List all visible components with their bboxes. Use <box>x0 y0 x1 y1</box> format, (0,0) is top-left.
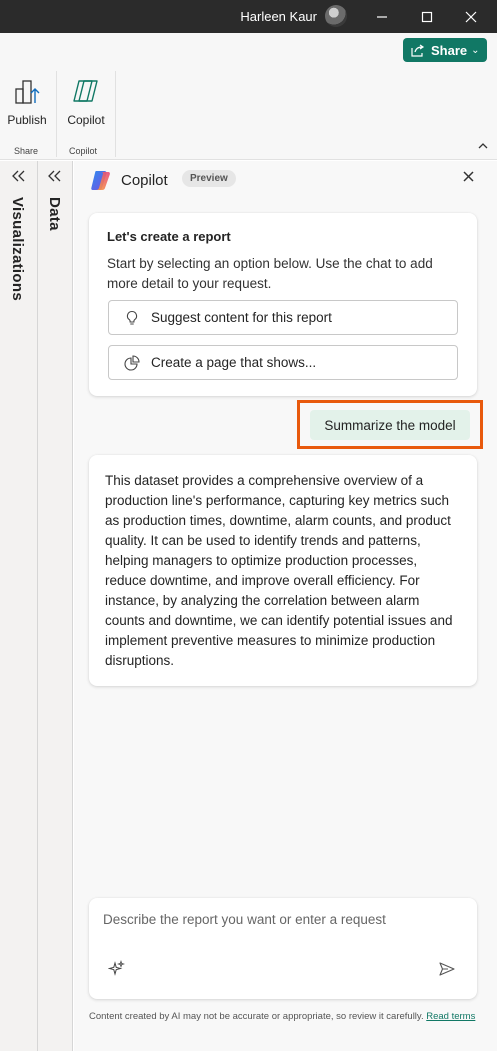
share-button[interactable]: Share ⌄ <box>403 38 487 62</box>
ribbon: Share ⌄ Publish Share Copilot Copilot <box>0 33 497 160</box>
maximize-button[interactable] <box>406 0 448 33</box>
highlight-box: Summarize the model <box>297 400 483 449</box>
publish-icon <box>15 80 40 104</box>
sparkle-icon <box>107 960 125 976</box>
create-page-button[interactable]: Create a page that shows... <box>108 345 458 380</box>
create-page-label: Create a page that shows... <box>151 355 317 370</box>
copilot-ribbon-button[interactable]: Copilot <box>61 73 111 127</box>
ribbon-divider <box>56 71 57 157</box>
data-pane[interactable]: Data <box>38 161 73 1051</box>
welcome-body: Start by selecting an option below. Use … <box>107 256 433 291</box>
copilot-logo-icon <box>91 171 110 190</box>
suggest-content-label: Suggest content for this report <box>151 310 332 325</box>
chevron-down-icon: ⌄ <box>471 44 480 56</box>
minimize-icon <box>377 15 387 18</box>
disclaimer-text: Content created by AI may not be accurat… <box>89 1011 424 1022</box>
close-icon <box>465 11 477 22</box>
avatar[interactable] <box>325 5 347 27</box>
copilot-pane: Copilot Preview Let's create a report St… <box>74 161 497 1051</box>
share-label: Share <box>431 42 468 58</box>
welcome-card: Let's create a report Start by selecting… <box>89 213 477 396</box>
suggest-content-button[interactable]: Suggest content for this report <box>108 300 458 335</box>
close-window-button[interactable] <box>450 0 492 33</box>
send-button[interactable] <box>438 960 456 978</box>
copilot-icon <box>73 80 98 102</box>
ai-disclaimer: Content created by AI may not be accurat… <box>89 1010 484 1023</box>
publish-label: Publish <box>7 113 47 127</box>
chevron-up-icon <box>478 143 488 149</box>
close-icon <box>463 171 474 182</box>
chat-input-box <box>89 898 477 999</box>
chat-input[interactable] <box>103 912 463 942</box>
copilot-title: Copilot <box>121 172 168 189</box>
copilot-ribbon-label: Copilot <box>67 113 105 127</box>
read-terms-link[interactable]: Read terms <box>426 1011 475 1022</box>
publish-button[interactable]: Publish <box>2 73 52 127</box>
visualizations-label: Visualizations <box>9 197 26 301</box>
minimize-button[interactable] <box>361 0 403 33</box>
ribbon-group-copilot: Copilot <box>69 146 98 156</box>
share-icon <box>411 44 425 57</box>
user-prompt-bubble: Summarize the model <box>310 410 470 440</box>
ribbon-group-share: Share <box>14 146 39 156</box>
copilot-response: This dataset provides a comprehensive ov… <box>89 455 477 686</box>
pie-chart-icon <box>123 354 141 372</box>
expand-data-button[interactable] <box>38 169 72 187</box>
double-chevron-left-icon <box>11 170 24 182</box>
maximize-icon <box>421 11 433 22</box>
sparkle-prompt-button[interactable] <box>107 960 126 978</box>
lightbulb-icon <box>123 309 141 327</box>
ribbon-divider <box>115 71 116 157</box>
send-icon <box>439 962 455 976</box>
preview-badge: Preview <box>182 170 236 187</box>
double-chevron-left-icon <box>48 170 61 182</box>
data-label: Data <box>46 197 63 231</box>
title-bar: Harleen Kaur <box>0 0 497 33</box>
close-copilot-button[interactable] <box>463 169 474 187</box>
copilot-header: Copilot Preview <box>74 161 497 201</box>
user-name[interactable]: Harleen Kaur <box>240 9 317 24</box>
collapse-ribbon-button[interactable] <box>478 141 488 153</box>
welcome-heading: Let's create a report <box>107 229 231 244</box>
expand-visualizations-button[interactable] <box>0 169 37 187</box>
visualizations-pane[interactable]: Visualizations <box>0 161 38 1051</box>
